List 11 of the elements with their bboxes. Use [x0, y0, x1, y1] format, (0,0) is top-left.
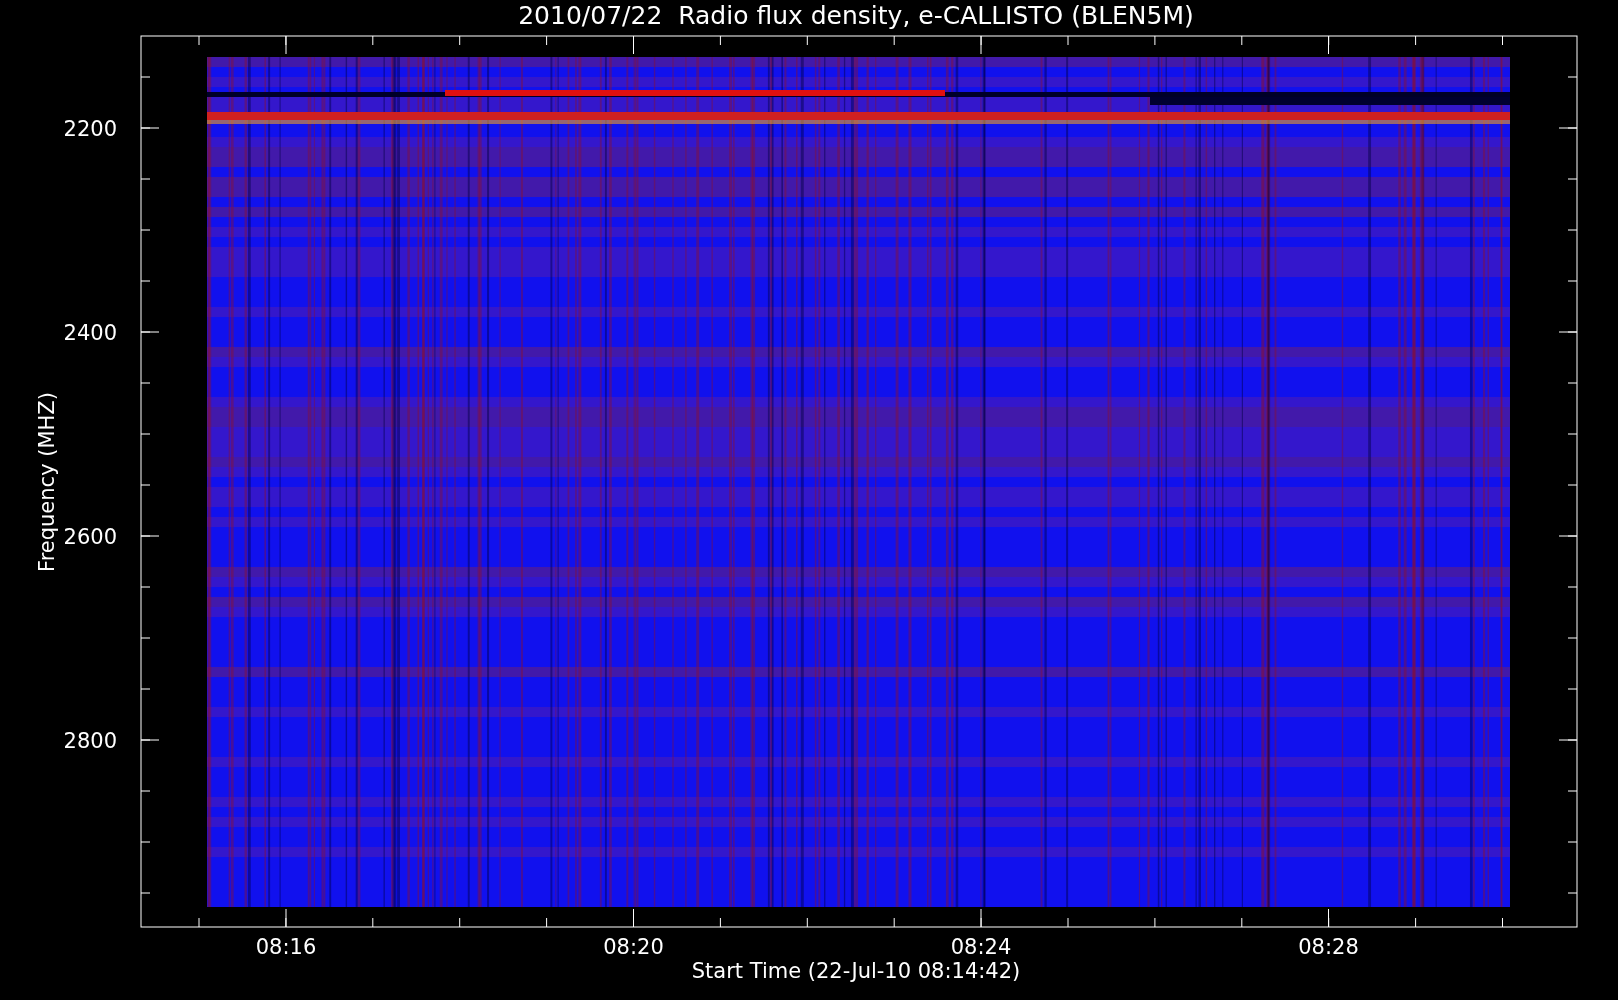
y-axis-label: Frequency (MHZ)	[35, 392, 59, 572]
x-tick-label: 08:20	[603, 935, 664, 959]
y-tick-label: 2800	[63, 729, 117, 753]
x-tick-label: 08:24	[950, 935, 1012, 959]
y-tick-label: 2400	[63, 321, 117, 345]
x-tick-label: 08:28	[1298, 935, 1359, 959]
y-tick-label: 2200	[63, 117, 117, 141]
y-tick-label: 2600	[63, 525, 117, 549]
chart-title: 2010/07/22 Radio flux density, e-CALLISTO (BLEN5M)	[518, 1, 1194, 30]
x-tick-label: 08:16	[255, 935, 317, 959]
x-axis-label: Start Time (22-Jul-10 08:14:42)	[691, 959, 1021, 983]
